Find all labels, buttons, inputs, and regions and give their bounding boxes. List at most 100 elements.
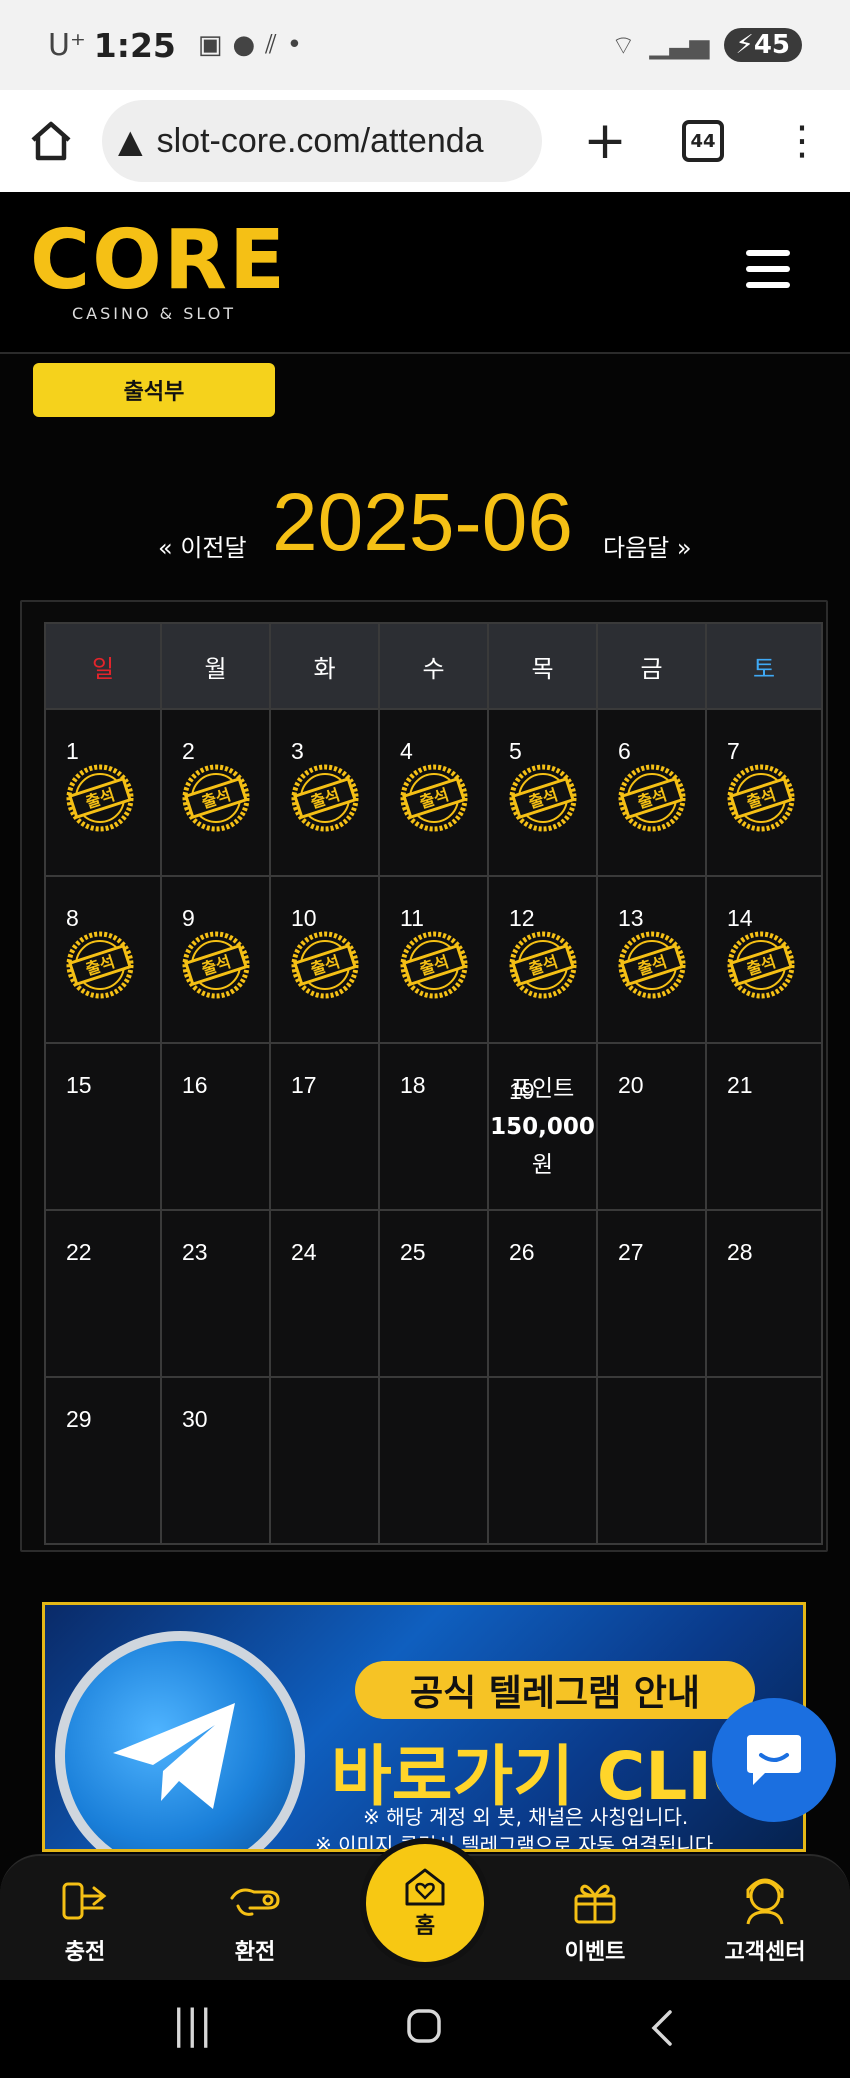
attendance-stamp-icon: 출석 xyxy=(727,764,795,832)
calendar-day-cell: 28 xyxy=(707,1211,821,1376)
menu-line xyxy=(746,266,790,272)
weekday-header: 토 xyxy=(707,624,821,708)
reward-amount: 150,000 xyxy=(490,1114,595,1140)
calendar-day-cell: 22 xyxy=(46,1211,160,1376)
day-number: 21 xyxy=(727,1072,753,1098)
attendance-stamp-icon: 출석 xyxy=(400,764,468,832)
calendar-day-cell: 10 출석 xyxy=(271,877,378,1042)
hamburger-menu-button[interactable] xyxy=(746,250,790,298)
headset-icon xyxy=(746,1878,784,1925)
day-number: 22 xyxy=(66,1239,92,1265)
attendance-stamp-icon: 출석 xyxy=(182,764,250,832)
day-number: 17 xyxy=(291,1072,317,1098)
nav-event[interactable]: 이벤트 xyxy=(535,1876,655,1966)
reward-label: 포인트 xyxy=(510,1076,575,1102)
nav-event-label: 이벤트 xyxy=(564,1940,626,1965)
back-button[interactable] xyxy=(648,2002,676,2052)
battery-level: 45 xyxy=(753,30,790,60)
chevron-left-icon xyxy=(651,2010,672,2046)
calendar-day-cell: 29 xyxy=(46,1378,160,1543)
site-header: CORE CASINO & SLOT xyxy=(0,192,850,354)
nav-home-label: 홈 xyxy=(414,1914,436,1939)
empty-day-cell xyxy=(271,1378,378,1543)
day-number: 30 xyxy=(182,1406,208,1432)
browser-home-button[interactable] xyxy=(22,112,80,170)
browser-toolbar: ▲ slot-core.com/attenda + 44 ⋮ xyxy=(0,90,850,192)
site-logo[interactable]: CORE CASINO & SLOT xyxy=(30,213,288,324)
circle-icon xyxy=(407,2009,441,2043)
menu-line xyxy=(746,250,790,256)
deposit-icon xyxy=(62,1882,107,1920)
day-number: 15 xyxy=(66,1072,92,1098)
sync-icon: ⫽ xyxy=(265,29,277,60)
recent-apps-button[interactable]: ||| xyxy=(172,2002,212,2048)
attendance-stamp-icon: 출석 xyxy=(509,931,577,999)
calendar-day-cell: 9 출석 xyxy=(162,877,269,1042)
wifi-icon: ⌔ xyxy=(611,30,636,61)
calendar-day-cell: 23 xyxy=(162,1211,269,1376)
notification-icons: ▣ ● ⫽ • xyxy=(198,30,302,61)
empty-day-cell xyxy=(380,1378,487,1543)
warning-icon: ▲ xyxy=(118,122,143,160)
calendar-day-cell: 5 출석 xyxy=(489,710,596,875)
prev-month-link[interactable]: « 이전달 xyxy=(158,528,247,563)
nav-home-button[interactable]: 홈 xyxy=(360,1838,490,1968)
calendar-day-cell: 27 xyxy=(598,1211,705,1376)
day-number: 27 xyxy=(618,1239,644,1265)
status-bar: U⁺ 1:25 ▣ ● ⫽ • ⌔ ▁▃▅ ⚡45 xyxy=(0,0,850,90)
screenshot-icon: ▣ xyxy=(197,30,223,60)
signal-icon: ▁▃▅ xyxy=(649,30,710,60)
calendar-day-cell: 15 xyxy=(46,1044,160,1209)
banner-note: ※ 해당 계정 외 봇, 채널은 사칭입니다. xyxy=(363,1805,689,1829)
calendar-day-cell: 19 포인트 150,000 원 xyxy=(489,1044,596,1209)
calendar-day-cell: 17 xyxy=(271,1044,378,1209)
day-number: 23 xyxy=(182,1239,208,1265)
attendance-stamp-icon: 출석 xyxy=(182,931,250,999)
battery-indicator: ⚡45 xyxy=(723,28,802,62)
attendance-stamp-icon: 출석 xyxy=(291,931,359,999)
system-home-button[interactable] xyxy=(406,2002,442,2048)
chat-icon xyxy=(747,1735,801,1785)
clock: 1:25 xyxy=(93,25,176,65)
empty-day-cell xyxy=(707,1378,821,1543)
menu-line xyxy=(746,282,790,288)
day-number: 24 xyxy=(291,1239,317,1265)
calendar-day-cell: 18 xyxy=(380,1044,487,1209)
telegram-banner[interactable]: 공식 텔레그램 안내 바로가기 CLICK ※ 해당 계정 외 봇, 채널은 사… xyxy=(42,1602,806,1852)
calendar-day-cell: 26 xyxy=(489,1211,596,1376)
weekday-header: 화 xyxy=(271,624,378,708)
new-tab-button[interactable]: + xyxy=(580,115,630,167)
tab-switcher-button[interactable]: 44 xyxy=(682,120,724,162)
day-number: 16 xyxy=(182,1072,208,1098)
weekday-header: 목 xyxy=(489,624,596,708)
calendar-day-cell: 13 출석 xyxy=(598,877,705,1042)
nav-withdraw[interactable]: 환전 xyxy=(195,1876,315,1966)
weekday-header: 월 xyxy=(162,624,269,708)
attendance-stamp-icon: 출석 xyxy=(291,764,359,832)
attendance-stamp-icon: 출석 xyxy=(618,764,686,832)
address-bar[interactable]: ▲ slot-core.com/attenda xyxy=(102,100,542,182)
nav-support[interactable]: 고객센터 xyxy=(705,1876,825,1966)
calendar-day-cell: 24 xyxy=(271,1211,378,1376)
gift-icon xyxy=(574,1884,616,1924)
home-heart-icon xyxy=(405,1868,445,1906)
empty-day-cell xyxy=(489,1378,596,1543)
day-number: 25 xyxy=(400,1239,426,1265)
day-number: 26 xyxy=(509,1239,535,1265)
nav-deposit[interactable]: 충전 xyxy=(25,1876,145,1966)
live-chat-button[interactable] xyxy=(712,1698,836,1822)
day-number: 18 xyxy=(400,1072,426,1098)
attendance-tab[interactable]: 출석부 xyxy=(33,363,275,417)
attendance-stamp-icon: 출석 xyxy=(727,931,795,999)
calendar-day-cell: 8 출석 xyxy=(46,877,160,1042)
browser-menu-button[interactable]: ⋮ xyxy=(782,121,822,161)
attendance-stamp-icon: 출석 xyxy=(66,764,134,832)
calendar-grid: 일 월 화 수 목 금 토 1 출석 2 출석 3 출석 4 출석 5 출석 6 출석 7 출석 8 출석 9 출석 10 출석 11… xyxy=(44,622,823,1545)
next-month-link[interactable]: 다음달 » xyxy=(603,528,692,563)
dot-icon: • xyxy=(286,30,303,60)
nav-support-label: 고객센터 xyxy=(724,1940,806,1965)
attendance-stamp-icon: 출석 xyxy=(509,764,577,832)
logo-wordmark: CORE xyxy=(30,213,288,308)
calendar-day-cell: 21 xyxy=(707,1044,821,1209)
url-text: slot-core.com/attenda xyxy=(156,121,484,160)
